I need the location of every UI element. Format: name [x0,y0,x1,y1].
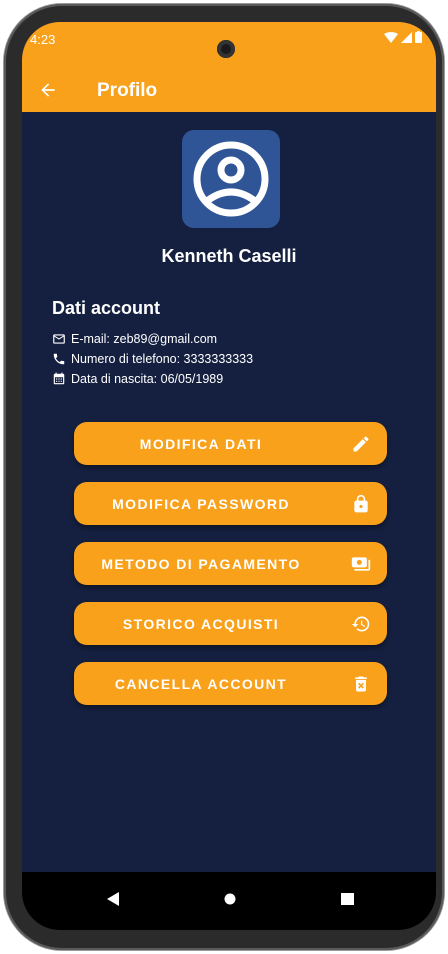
wifi-icon [384,31,398,43]
lock-icon [354,494,368,513]
email-row: E-mail: zeb89@gmail.com [52,332,217,346]
signal-icon [401,31,412,43]
pencil-icon [353,436,369,452]
purchase-history-button[interactable]: STORICO ACQUISTI [74,602,387,645]
app-bar: 4:23 Profilo [22,22,436,112]
trash-icon [355,676,367,692]
account-section-title: Dati account [52,298,161,318]
screen: 4:23 Profilo Kenneth Caselli Dati accoun… [22,22,436,930]
nav-home-icon[interactable] [224,892,236,906]
user-name: Kenneth Caselli [161,246,297,266]
payment-icon [351,557,371,571]
phone-row: Numero di telefono: 3333333333 [52,352,253,366]
back-arrow-icon[interactable] [38,80,58,105]
edit-data-label: MODIFICA DATI [139,435,263,452]
nav-back-icon[interactable] [107,892,121,906]
status-time: 4:23 [30,32,56,47]
history-icon [351,616,370,632]
edit-password-button[interactable]: MODIFICA PASSWORD [74,482,387,525]
page-title: Profilo [97,80,158,101]
status-icons [384,31,422,43]
edit-password-label: MODIFICA PASSWORD [112,495,290,512]
front-camera [217,40,235,58]
payment-method-button[interactable]: METODO DI PAGAMENTO [74,542,387,585]
nav-recents-icon[interactable] [341,892,354,906]
email-text: E-mail: zeb89@gmail.com [71,332,218,346]
purchase-history-label: STORICO ACQUISTI [122,615,280,632]
account-circle-icon [193,141,269,217]
birth-date-row: Data di nascita: 06/05/1989 [52,372,223,386]
mail-icon [53,334,65,344]
edit-data-button[interactable]: MODIFICA DATI [74,422,387,465]
avatar [182,130,280,228]
delete-account-button[interactable]: CANCELLA ACCOUNT [74,662,387,705]
battery-icon [415,31,422,43]
phone-text: Numero di telefono: 3333333333 [71,352,254,366]
delete-account-label: CANCELLA ACCOUNT [114,675,288,692]
system-nav-bar [22,872,436,930]
calendar-icon [53,372,65,385]
phone-icon [53,353,65,365]
birth-date-text: Data di nascita: 06/05/1989 [71,372,224,386]
payment-method-label: METODO DI PAGAMENTO [101,555,301,572]
